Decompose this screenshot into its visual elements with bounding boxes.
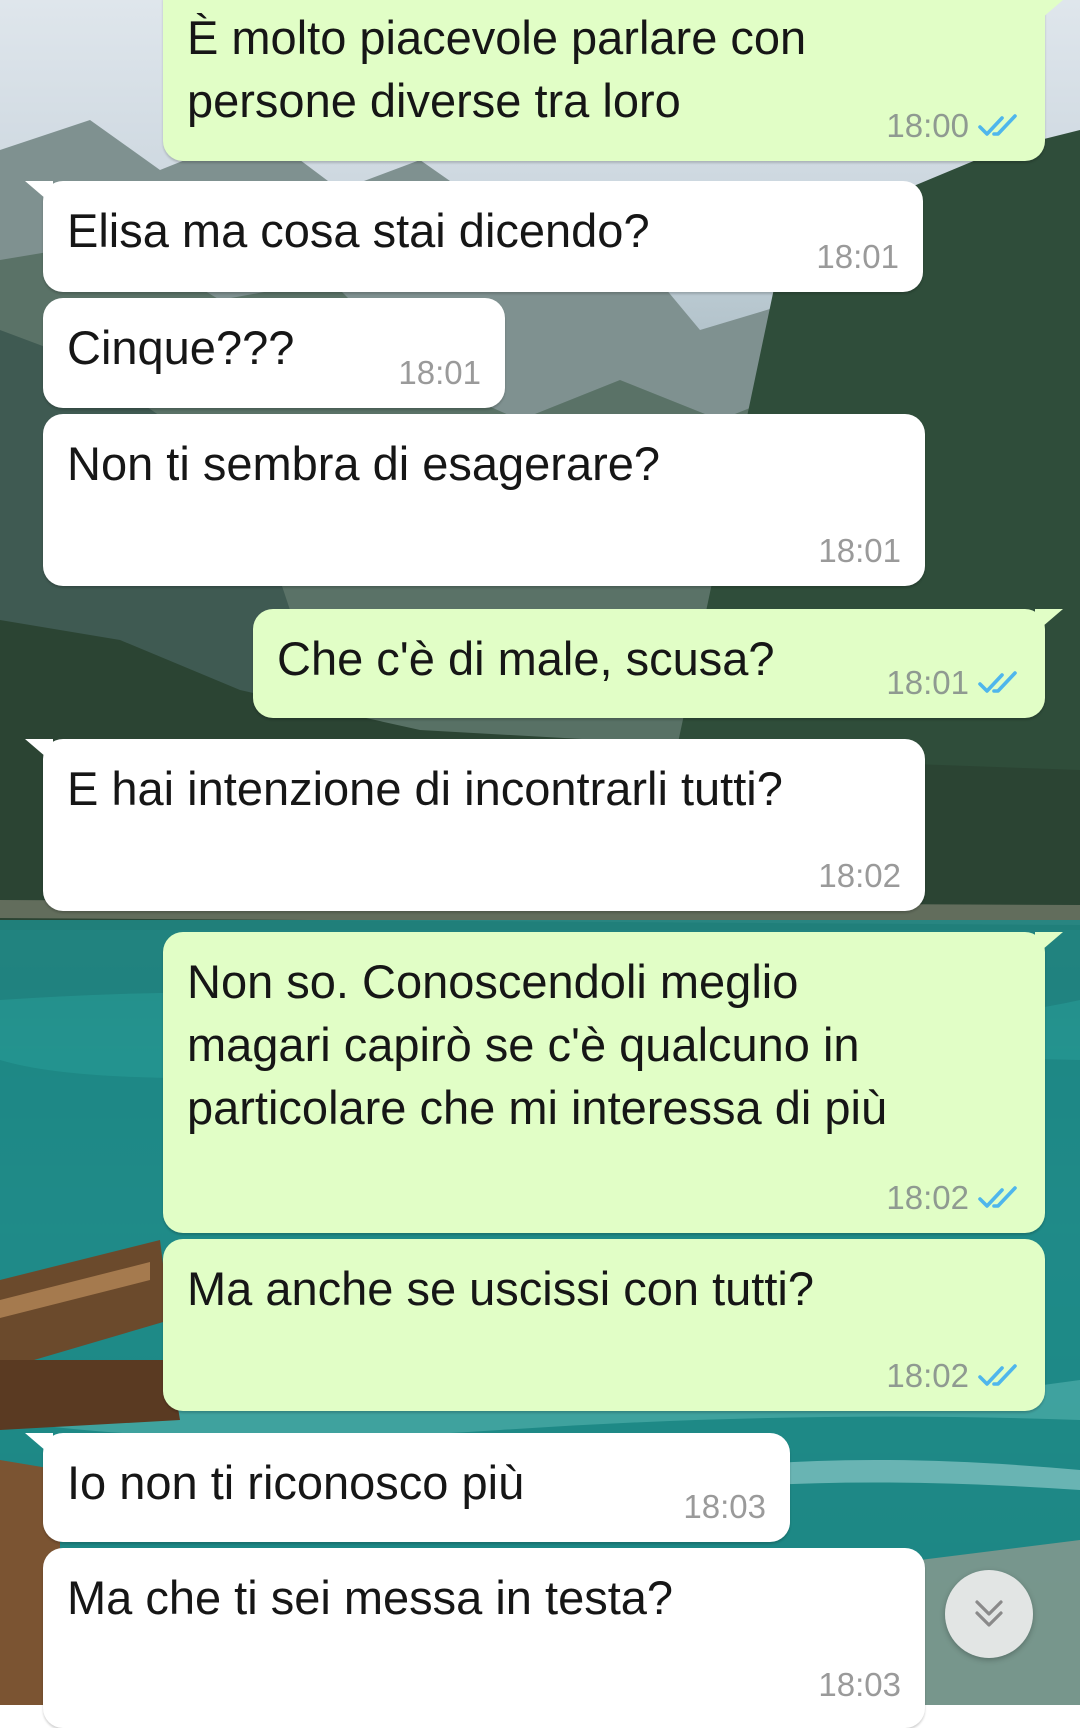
message-time: 18:02 — [886, 1179, 969, 1216]
bubble-tail — [25, 1433, 53, 1457]
double-check-icon — [978, 671, 1017, 693]
message-meta: 18:01 — [398, 354, 481, 392]
message-meta: 18:03 — [818, 1666, 901, 1704]
message-text: Elisa ma cosa stai dicendo? — [67, 204, 650, 257]
message-bubble-incoming[interactable]: Ma che ti sei messa in testa? 18:03 — [43, 1548, 925, 1728]
message-bubble-outgoing[interactable]: È molto piacevole parlare con persone di… — [163, 0, 1063, 161]
message-bubble-incoming[interactable]: E hai intenzione di incontrarli tutti? 1… — [25, 739, 925, 911]
double-chevron-down-icon — [975, 1600, 1003, 1627]
bubble-tail — [25, 739, 53, 763]
message-time: 18:01 — [398, 354, 481, 391]
bubble-tail — [1035, 0, 1063, 24]
double-check-icon — [978, 1186, 1017, 1208]
message-meta: 18:03 — [683, 1488, 766, 1526]
message-meta: 18:01 — [818, 532, 901, 570]
message-bubble-incoming[interactable]: Cinque??? 18:01 — [43, 298, 505, 408]
message-bubble-incoming[interactable]: Elisa ma cosa stai dicendo? 18:01 — [25, 181, 923, 292]
message-bubble-outgoing[interactable]: Che c'è di male, scusa? 18:01 — [253, 609, 1063, 718]
double-check-icon — [978, 114, 1017, 136]
message-text: Ma che ti sei messa in testa? — [67, 1571, 674, 1624]
message-meta: 18:02 — [818, 857, 901, 895]
double-check-icon — [978, 1364, 1017, 1386]
message-meta: 18:01 — [886, 664, 1021, 702]
message-time: 18:02 — [886, 1357, 969, 1394]
message-time: 18:01 — [886, 664, 969, 701]
message-time: 18:00 — [886, 107, 969, 144]
message-bubble-outgoing[interactable]: Ma anche se uscissi con tutti? 18:02 — [163, 1239, 1045, 1411]
message-meta: 18:02 — [886, 1179, 1021, 1217]
message-text: Ma anche se uscissi con tutti? — [187, 1262, 814, 1315]
bubble-tail — [1035, 932, 1063, 956]
message-bubble-incoming[interactable]: Io non ti riconosco più 18:03 — [25, 1433, 790, 1542]
message-meta: 18:02 — [886, 1357, 1021, 1395]
message-bubble-incoming[interactable]: Non ti sembra di esagerare? 18:01 — [43, 414, 925, 586]
message-meta: 18:00 — [886, 107, 1021, 145]
message-time: 18:01 — [816, 238, 899, 275]
message-time: 18:02 — [818, 857, 901, 894]
message-text: Io non ti riconosco più — [67, 1456, 525, 1509]
scroll-to-bottom-button[interactable] — [945, 1570, 1033, 1658]
message-bubble-outgoing[interactable]: Non so. Conoscendoli meglio magari capir… — [163, 932, 1063, 1233]
message-text: Non so. Conoscendoli meglio magari capir… — [187, 955, 888, 1134]
message-meta: 18:01 — [816, 238, 899, 276]
message-text: Non ti sembra di esagerare? — [67, 437, 661, 490]
bubble-tail — [25, 181, 53, 205]
bubble-tail — [1035, 609, 1063, 633]
message-time: 18:03 — [818, 1666, 901, 1703]
message-time: 18:01 — [818, 532, 901, 569]
message-time: 18:03 — [683, 1488, 766, 1525]
message-text: E hai intenzione di incontrarli tutti? — [67, 762, 783, 815]
